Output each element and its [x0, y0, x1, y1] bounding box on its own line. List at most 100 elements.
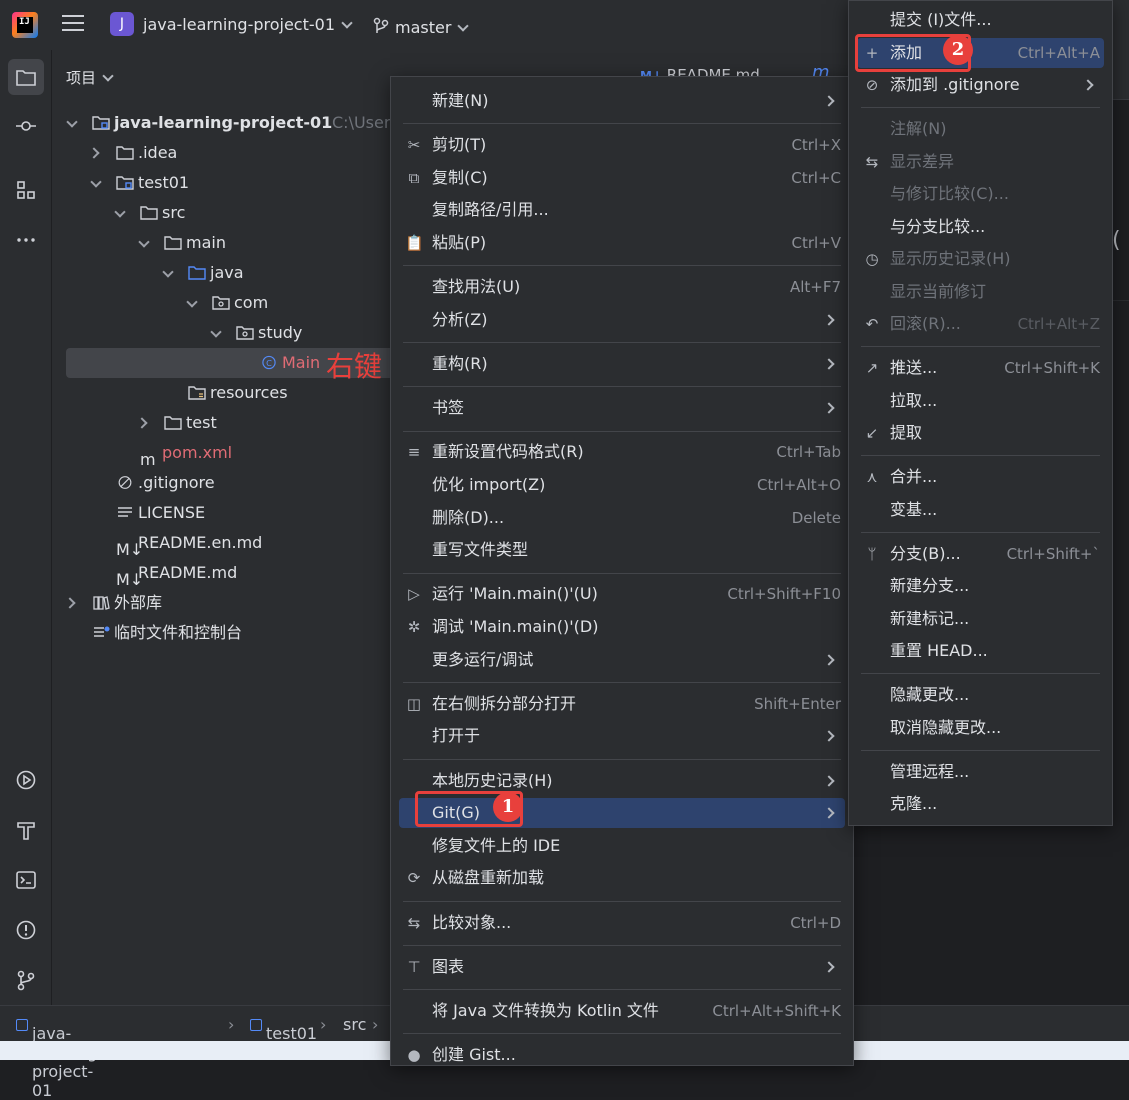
git-tool-icon[interactable]: [8, 962, 44, 998]
folder-icon: [164, 416, 182, 430]
module-folder-icon: [92, 116, 110, 130]
compare-icon: ⇆: [407, 913, 421, 932]
menu-item-21[interactable]: 更多运行/调试: [399, 645, 845, 675]
menu-item-0[interactable]: 新建(N): [399, 86, 845, 116]
menu-item-28[interactable]: 克隆...: [857, 789, 1104, 819]
chevron-right-icon[interactable]: [88, 147, 100, 159]
tree-item-label: README.md: [138, 563, 238, 582]
menu-item-2[interactable]: ⊘ 添加到 .gitignore: [857, 70, 1104, 100]
chevron-down-icon[interactable]: [114, 206, 126, 218]
library-icon: [93, 596, 110, 610]
menu-item-3[interactable]: ⧉ 复制(C) Ctrl+C: [399, 163, 845, 193]
chevron-right-icon: [823, 653, 835, 666]
menu-item-33[interactable]: ⊤ 图表: [399, 952, 845, 982]
menu-item-20[interactable]: 新建分支...: [857, 571, 1104, 601]
menu-item-4[interactable]: 复制路径/引用...: [399, 195, 845, 225]
menu-item-15[interactable]: 优化 import(Z) Ctrl+Alt+O: [399, 470, 845, 500]
main-menu-icon[interactable]: [62, 15, 84, 33]
tree-item-label: pom.xml: [162, 443, 233, 462]
more-tools-icon[interactable]: [8, 222, 44, 258]
project-switcher[interactable]: java-learning-project-01: [143, 15, 353, 34]
menu-item-17[interactable]: 变基...: [857, 495, 1104, 525]
menu-item-24[interactable]: 隐藏更改...: [857, 680, 1104, 710]
menu-item-label: 取消隐藏更改...: [890, 717, 1002, 737]
chevron-down-icon[interactable]: [90, 176, 102, 188]
menu-item-14[interactable]: ↙ 提取: [857, 418, 1104, 448]
services-tool-icon[interactable]: [8, 762, 44, 798]
commit-tool-icon[interactable]: [8, 108, 44, 144]
menu-item-12[interactable]: 书签: [399, 393, 845, 423]
menu-item-14[interactable]: ≡ 重新设置代码格式(R) Ctrl+Tab: [399, 437, 845, 467]
menu-item-shortcut: Ctrl+Alt+Z: [1017, 315, 1100, 333]
menu-item-shortcut: Ctrl+Alt+Shift+K: [712, 1002, 841, 1020]
package-icon: [236, 326, 254, 340]
menu-item-8[interactable]: 分析(Z): [399, 305, 845, 335]
project-panel-title[interactable]: 项目: [66, 67, 114, 88]
menu-item-24[interactable]: 打开于: [399, 721, 845, 751]
menu-item-shortcut: Ctrl+X: [791, 136, 841, 155]
menu-item-29[interactable]: ⟳ 从磁盘重新加载: [399, 863, 845, 893]
menu-item-label: 在右侧拆分部分打开: [432, 693, 577, 713]
terminal-tool-icon[interactable]: [8, 862, 44, 898]
chevron-right-icon: [823, 402, 835, 414]
menu-item-19[interactable]: ▷ 运行 'Main.main()'(U) Ctrl+Shift+F10: [399, 579, 845, 609]
branch-icon: [373, 17, 389, 33]
chevron-down-icon[interactable]: [162, 266, 174, 278]
intellij-logo-icon[interactable]: IJ: [12, 12, 38, 38]
scissors-icon: ✂: [407, 136, 421, 155]
menu-item-16[interactable]: 删除(D)... Delete: [399, 503, 845, 533]
menu-item-31[interactable]: ⇆ 比较对象... Ctrl+D: [399, 908, 845, 938]
chevron-right-icon[interactable]: [136, 417, 148, 429]
menu-item-25[interactable]: 取消隐藏更改...: [857, 713, 1104, 743]
menu-item-2[interactable]: ✂ 剪切(T) Ctrl+X: [399, 130, 845, 160]
menu-item-22[interactable]: 重置 HEAD...: [857, 636, 1104, 666]
menu-item-9: 显示当前修订: [857, 277, 1104, 307]
tree-item-label: java: [210, 263, 244, 282]
chevron-down-icon[interactable]: [66, 116, 78, 128]
chevron-down-icon: [102, 70, 114, 82]
breadcrumb-item[interactable]: java-learning-project-01: [16, 1015, 103, 1100]
breadcrumb-item[interactable]: src: [343, 1015, 366, 1034]
folder-icon: [116, 146, 134, 160]
menu-separator: [861, 107, 1100, 109]
menu-item-7[interactable]: 查找用法(U) Alt+F7: [399, 272, 845, 302]
chevron-down-icon[interactable]: [138, 236, 150, 248]
menu-item-27[interactable]: 管理远程...: [857, 757, 1104, 787]
menu-item-37[interactable]: ● 创建 Gist...: [399, 1040, 845, 1070]
chevron-down-icon[interactable]: [186, 296, 198, 308]
menu-item-23[interactable]: ◫ 在右侧拆分部分打开 Shift+Enter: [399, 689, 845, 719]
project-avatar[interactable]: J: [110, 12, 134, 36]
menu-item-20[interactable]: ✲ 调试 'Main.main()'(D): [399, 612, 845, 642]
menu-item-35[interactable]: 将 Java 文件转换为 Kotlin 文件 Ctrl+Alt+Shift+K: [399, 996, 845, 1026]
build-tool-icon[interactable]: [8, 812, 44, 848]
menu-item-label: 管理远程...: [890, 761, 970, 781]
menu-item-16[interactable]: ⋏ 合并...: [857, 462, 1104, 492]
structure-tool-icon[interactable]: [8, 172, 44, 208]
chevron-right-icon[interactable]: [64, 597, 76, 609]
menu-separator: [403, 386, 841, 388]
menu-item-28[interactable]: 修复文件上的 IDE: [399, 831, 845, 861]
menu-item-7[interactable]: 与分支比较...: [857, 212, 1104, 242]
menu-item-19[interactable]: ᛘ 分支(B)... Ctrl+Shift+`: [857, 539, 1104, 569]
menu-item-10[interactable]: 重构(R): [399, 349, 845, 379]
menu-item-label: 显示差异: [890, 151, 955, 171]
menu-item-5[interactable]: 📋 粘贴(P) Ctrl+V: [399, 228, 845, 258]
menu-item-label: 显示历史记录(H): [890, 249, 1011, 268]
menu-item-label: 重置 HEAD...: [890, 641, 988, 660]
menu-separator: [403, 265, 841, 267]
menu-item-0[interactable]: 提交 (I)文件...: [857, 5, 1104, 35]
menu-item-12[interactable]: ↗ 推送... Ctrl+Shift+K: [857, 353, 1104, 383]
tree-item[interactable]: C Main: [66, 348, 446, 378]
menu-item-17[interactable]: 重写文件类型: [399, 535, 845, 565]
problems-tool-icon[interactable]: [8, 912, 44, 948]
project-tool-icon[interactable]: [8, 59, 44, 95]
copy-icon: ⧉: [408, 168, 420, 187]
tree-item-label: test01: [138, 173, 190, 192]
branch-switcher[interactable]: master: [373, 15, 470, 37]
menu-item-13[interactable]: 拉取...: [857, 386, 1104, 416]
module-folder-icon: [116, 176, 134, 190]
chevron-down-icon[interactable]: [210, 326, 222, 338]
menu-item-label: 修复文件上的 IDE: [432, 835, 561, 855]
menu-item-21[interactable]: 新建标记...: [857, 604, 1104, 634]
breadcrumb-item[interactable]: test01: [250, 1015, 317, 1043]
